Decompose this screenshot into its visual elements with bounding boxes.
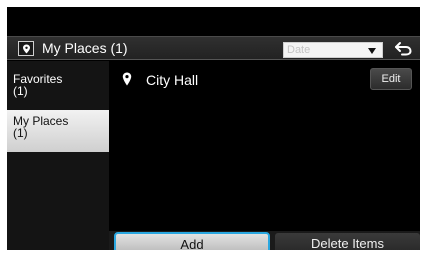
sidebar-item-favorites[interactable]: Favorites (1)	[7, 71, 109, 109]
place-name: City Hall	[146, 72, 199, 88]
delete-items-label: Delete Items	[311, 236, 384, 250]
page-title: My Places (1)	[42, 40, 128, 56]
action-bar: Add Delete Items	[109, 231, 420, 250]
chevron-down-icon	[368, 48, 376, 54]
map-pin-icon	[18, 41, 34, 56]
location-pin-icon	[122, 72, 132, 86]
sidebar-item-count: (1)	[13, 126, 28, 140]
add-button-label: Add	[180, 237, 204, 250]
sidebar-item-my-places[interactable]: My Places (1)	[7, 110, 109, 152]
category-sidebar: Favorites (1) My Places (1)	[7, 61, 109, 250]
navigation-screen: My Places (1) Date Favorites (1) My Plac…	[7, 7, 420, 250]
add-button[interactable]: Add	[114, 232, 270, 250]
back-button[interactable]	[391, 40, 415, 58]
sidebar-item-count: (1)	[13, 84, 28, 98]
date-sort-dropdown[interactable]: Date	[283, 42, 383, 58]
list-item[interactable]: City Hall Edit	[109, 61, 420, 99]
date-placeholder: Date	[287, 44, 311, 56]
places-list: City Hall Edit	[109, 61, 420, 231]
edit-button[interactable]: Edit	[370, 68, 412, 90]
back-arrow-icon	[395, 42, 412, 56]
delete-items-button[interactable]: Delete Items	[275, 233, 420, 250]
header-bar: My Places (1) Date	[7, 36, 420, 60]
